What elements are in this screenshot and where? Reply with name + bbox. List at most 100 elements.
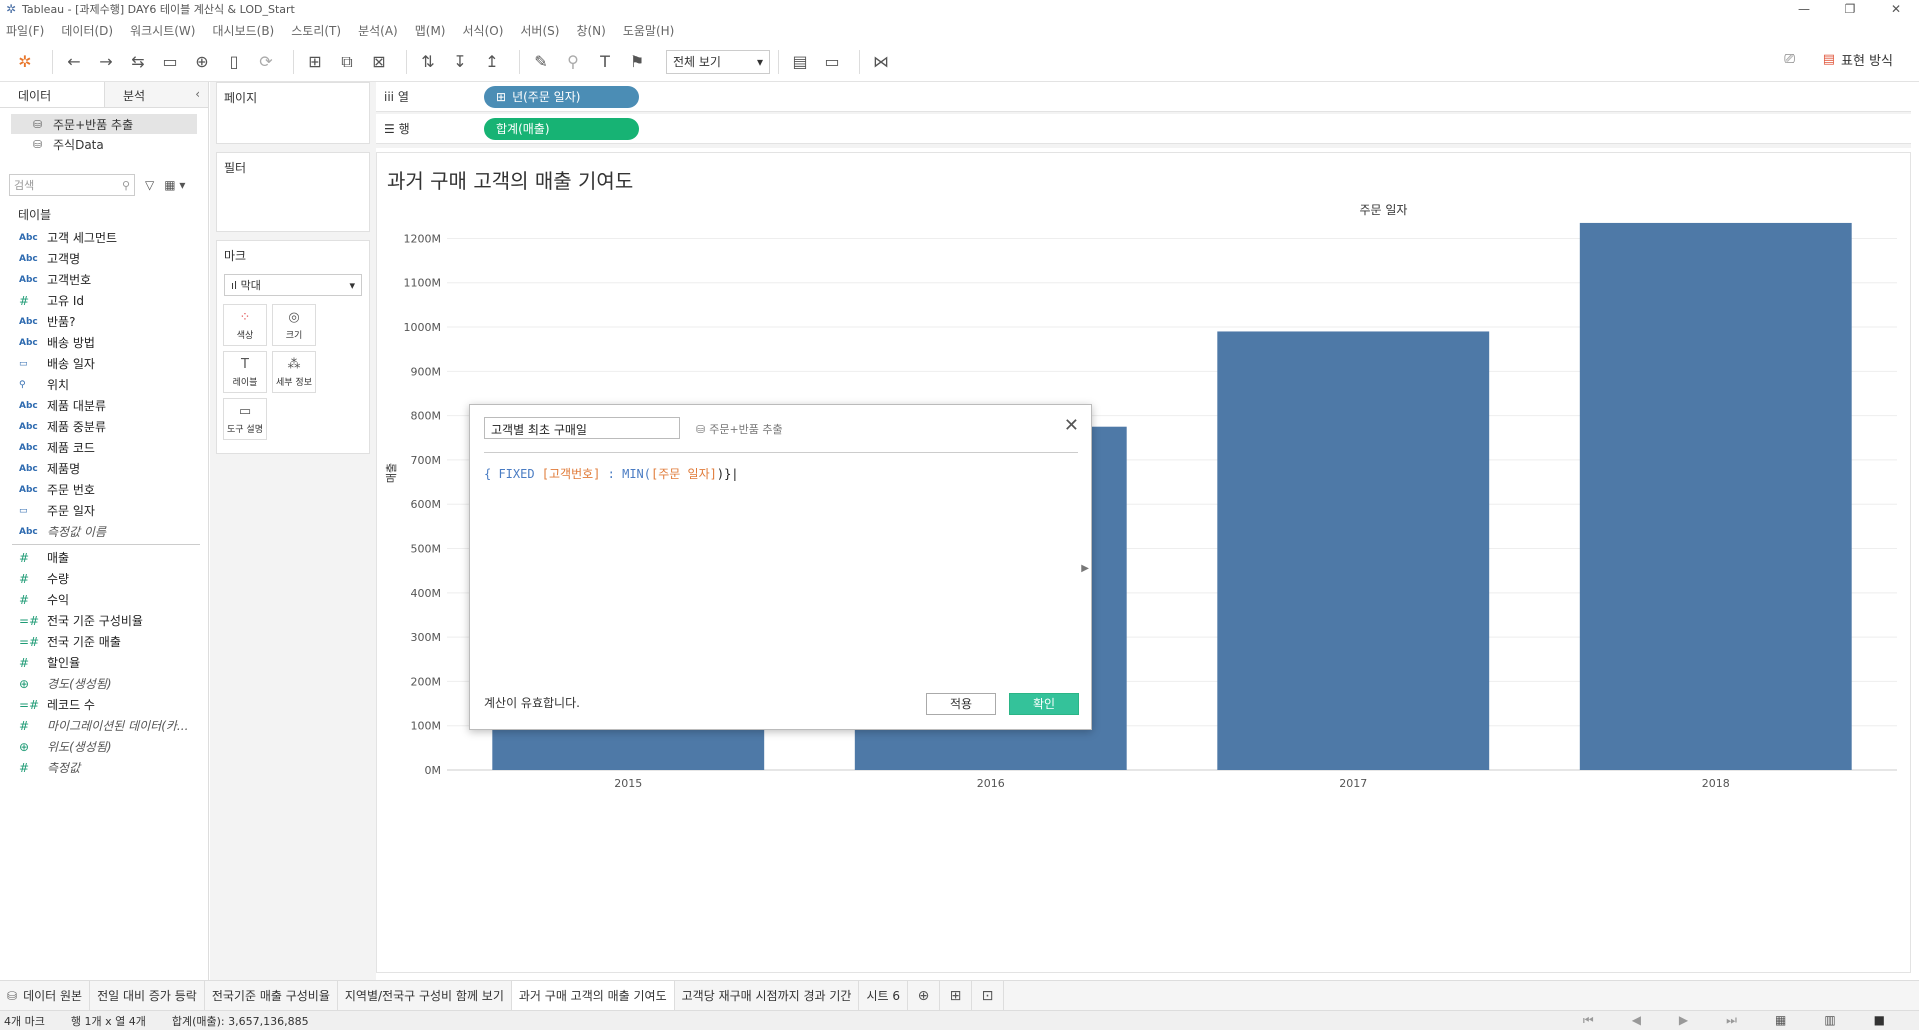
save-icon[interactable]: ▭ <box>157 49 183 75</box>
restore-button[interactable]: ❐ <box>1827 0 1873 18</box>
filter-icon[interactable]: ▽ <box>145 178 154 192</box>
mark-type-select[interactable]: ıl 막대 ▾ <box>224 274 362 296</box>
sheet-tab[interactable]: 전국기준 매출 구성비율 <box>205 980 338 1011</box>
sheet-tab[interactable]: 시트 6 <box>859 980 908 1011</box>
menu-server[interactable]: 서버(S) <box>520 22 559 39</box>
menu-worksheet[interactable]: 워크시트(W) <box>130 22 195 39</box>
format-painter-icon[interactable]: ⎚ <box>1784 52 1794 67</box>
highlight-icon[interactable]: ✎ <box>528 49 554 75</box>
presentation-icon[interactable]: ▭ <box>819 49 845 75</box>
tabs-view-icon[interactable]: ■ <box>1874 1013 1885 1028</box>
field-item[interactable]: Abc 고객 세그먼트 <box>0 227 208 248</box>
new-worksheet-icon[interactable]: ⊞ <box>302 49 328 75</box>
rows-shelf[interactable]: ☰ 행 합계(매출) <box>376 114 1911 144</box>
next-page-icon[interactable]: ▶ <box>1679 1013 1688 1028</box>
field-item[interactable]: Abc 고객번호 <box>0 269 208 290</box>
field-item[interactable]: Abc 제품 중분류 <box>0 416 208 437</box>
menu-map[interactable]: 맵(M) <box>415 22 446 39</box>
size-button[interactable]: ◎ 크기 <box>272 304 316 346</box>
close-icon[interactable]: ✕ <box>1064 415 1079 436</box>
sort-descending-icon[interactable]: ↥ <box>479 49 505 75</box>
sheet-tab[interactable]: 전일 대비 증가 등락 <box>90 980 205 1011</box>
expand-functions-icon[interactable]: ▶ <box>1081 563 1089 574</box>
labels-icon[interactable]: T <box>592 49 618 75</box>
minimize-button[interactable]: — <box>1781 0 1827 18</box>
calc-name-input[interactable]: 고객별 최초 구매일 <box>484 417 680 439</box>
group-icon[interactable]: ⚲ <box>560 49 586 75</box>
field-item[interactable]: Abc 제품 대분류 <box>0 395 208 416</box>
tooltip-button[interactable]: ▭ 도구 설명 <box>223 398 267 440</box>
field-item[interactable]: # 매출 <box>0 547 208 568</box>
search-input[interactable]: 검색 ⚲ <box>9 174 135 196</box>
bar-2017[interactable] <box>1217 331 1490 770</box>
field-item[interactable]: Abc 제품 코드 <box>0 437 208 458</box>
replay-icon[interactable]: ⇆ <box>125 49 151 75</box>
field-item[interactable]: # 고유 Id <box>0 290 208 311</box>
label-button[interactable]: T 레이블 <box>223 351 267 393</box>
undo-icon[interactable]: ← <box>61 49 87 75</box>
share-icon[interactable]: ⋈ <box>868 49 894 75</box>
filters-card[interactable]: 필터 <box>216 152 370 232</box>
datasource-item[interactable]: ⛁ 주식Data <box>11 134 197 154</box>
clear-sheet-icon[interactable]: ⊠ <box>366 49 392 75</box>
field-item[interactable]: Abc 반품? <box>0 311 208 332</box>
duplicate-sheet-icon[interactable]: ⧉ <box>334 49 360 75</box>
menu-window[interactable]: 창(N) <box>576 22 605 39</box>
menu-story[interactable]: 스토리(T) <box>291 22 341 39</box>
apply-button[interactable]: 적용 <box>926 693 996 715</box>
tableau-home-icon[interactable]: ✲ <box>12 49 38 75</box>
first-page-icon[interactable]: ⏮ <box>1583 1013 1594 1028</box>
collapse-pane-icon[interactable]: ‹ <box>195 87 200 101</box>
datasource-item[interactable]: ⛁ 주문+반품 추출 <box>11 114 197 134</box>
close-window-button[interactable]: ✕ <box>1873 0 1919 18</box>
menu-help[interactable]: 도움말(H) <box>623 22 675 39</box>
columns-pill[interactable]: ⊞ 년(주문 일자) <box>484 85 639 108</box>
field-item[interactable]: ⊕ 경도(생성됨) <box>0 673 208 694</box>
menu-dashboard[interactable]: 대시보드(B) <box>212 22 274 39</box>
tab-datasource[interactable]: ⛁ 데이터 원본 <box>0 980 91 1011</box>
swap-icon[interactable]: ⇅ <box>415 49 441 75</box>
field-item[interactable]: # 수량 <box>0 568 208 589</box>
prev-page-icon[interactable]: ◀ <box>1632 1013 1641 1028</box>
field-item[interactable]: Abc 제품명 <box>0 458 208 479</box>
field-item[interactable]: =# 전국 기준 매출 <box>0 631 208 652</box>
expand-icon[interactable]: ⊞ <box>496 90 506 104</box>
redo-icon[interactable]: → <box>93 49 119 75</box>
rows-pill[interactable]: 합계(매출) <box>484 117 639 140</box>
show-cards-icon[interactable]: ▤ <box>787 49 813 75</box>
film-strip-icon[interactable]: ▥ <box>1824 1013 1835 1028</box>
last-page-icon[interactable]: ⏭ <box>1726 1013 1737 1028</box>
pages-card[interactable]: 페이지 <box>216 82 370 144</box>
field-item[interactable]: # 측정값 <box>0 757 208 778</box>
field-item[interactable]: Abc 배송 방법 <box>0 332 208 353</box>
sheet-tab[interactable]: 지역별/전국구 구성비 함께 보기 <box>338 980 512 1011</box>
new-dashboard-tab-icon[interactable]: ⊞ <box>940 980 972 1011</box>
field-item[interactable]: # 수익 <box>0 589 208 610</box>
field-item[interactable]: # 마이그레이션된 데이터(카... <box>0 715 208 736</box>
calc-formula-editor[interactable]: { FIXED [고객번호] : MIN([주문 일자])}| <box>484 465 739 482</box>
pin-axes-icon[interactable]: ⚑ <box>624 49 650 75</box>
sort-ascending-icon[interactable]: ↧ <box>447 49 473 75</box>
new-worksheet-tab-icon[interactable]: ⊕ <box>908 980 940 1011</box>
columns-shelf[interactable]: iii 열 ⊞ 년(주문 일자) <box>376 82 1911 112</box>
sheet-tab[interactable]: 고객당 재구매 시점까지 경과 기간 <box>675 980 860 1011</box>
field-item[interactable]: ⊕ 위도(생성됨) <box>0 736 208 757</box>
view-options-icon[interactable]: ▦ ▾ <box>164 178 185 192</box>
field-item[interactable]: # 할인율 <box>0 652 208 673</box>
field-item[interactable]: Abc 주문 번호 <box>0 479 208 500</box>
ok-button[interactable]: 확인 <box>1009 693 1079 715</box>
menu-file[interactable]: 파일(F) <box>6 22 44 39</box>
menu-format[interactable]: 서식(O) <box>463 22 504 39</box>
new-datasource-icon[interactable]: ⊕ <box>189 49 215 75</box>
refresh-icon[interactable]: ⟳ <box>253 49 279 75</box>
new-story-tab-icon[interactable]: ⊡ <box>972 980 1004 1011</box>
sheet-sorter-icon[interactable]: ▦ <box>1775 1013 1786 1028</box>
tab-analytics[interactable]: 분석 ‹ <box>103 82 208 107</box>
color-button[interactable]: ⁘ 색상 <box>223 304 267 346</box>
field-item[interactable]: ▭ 주문 일자 <box>0 500 208 521</box>
tab-data[interactable]: 데이터 <box>0 82 104 107</box>
menu-analysis[interactable]: 분석(A) <box>358 22 398 39</box>
pause-updates-icon[interactable]: ▯ <box>221 49 247 75</box>
menu-data[interactable]: 데이터(D) <box>61 22 113 39</box>
bar-2018[interactable] <box>1579 222 1852 770</box>
